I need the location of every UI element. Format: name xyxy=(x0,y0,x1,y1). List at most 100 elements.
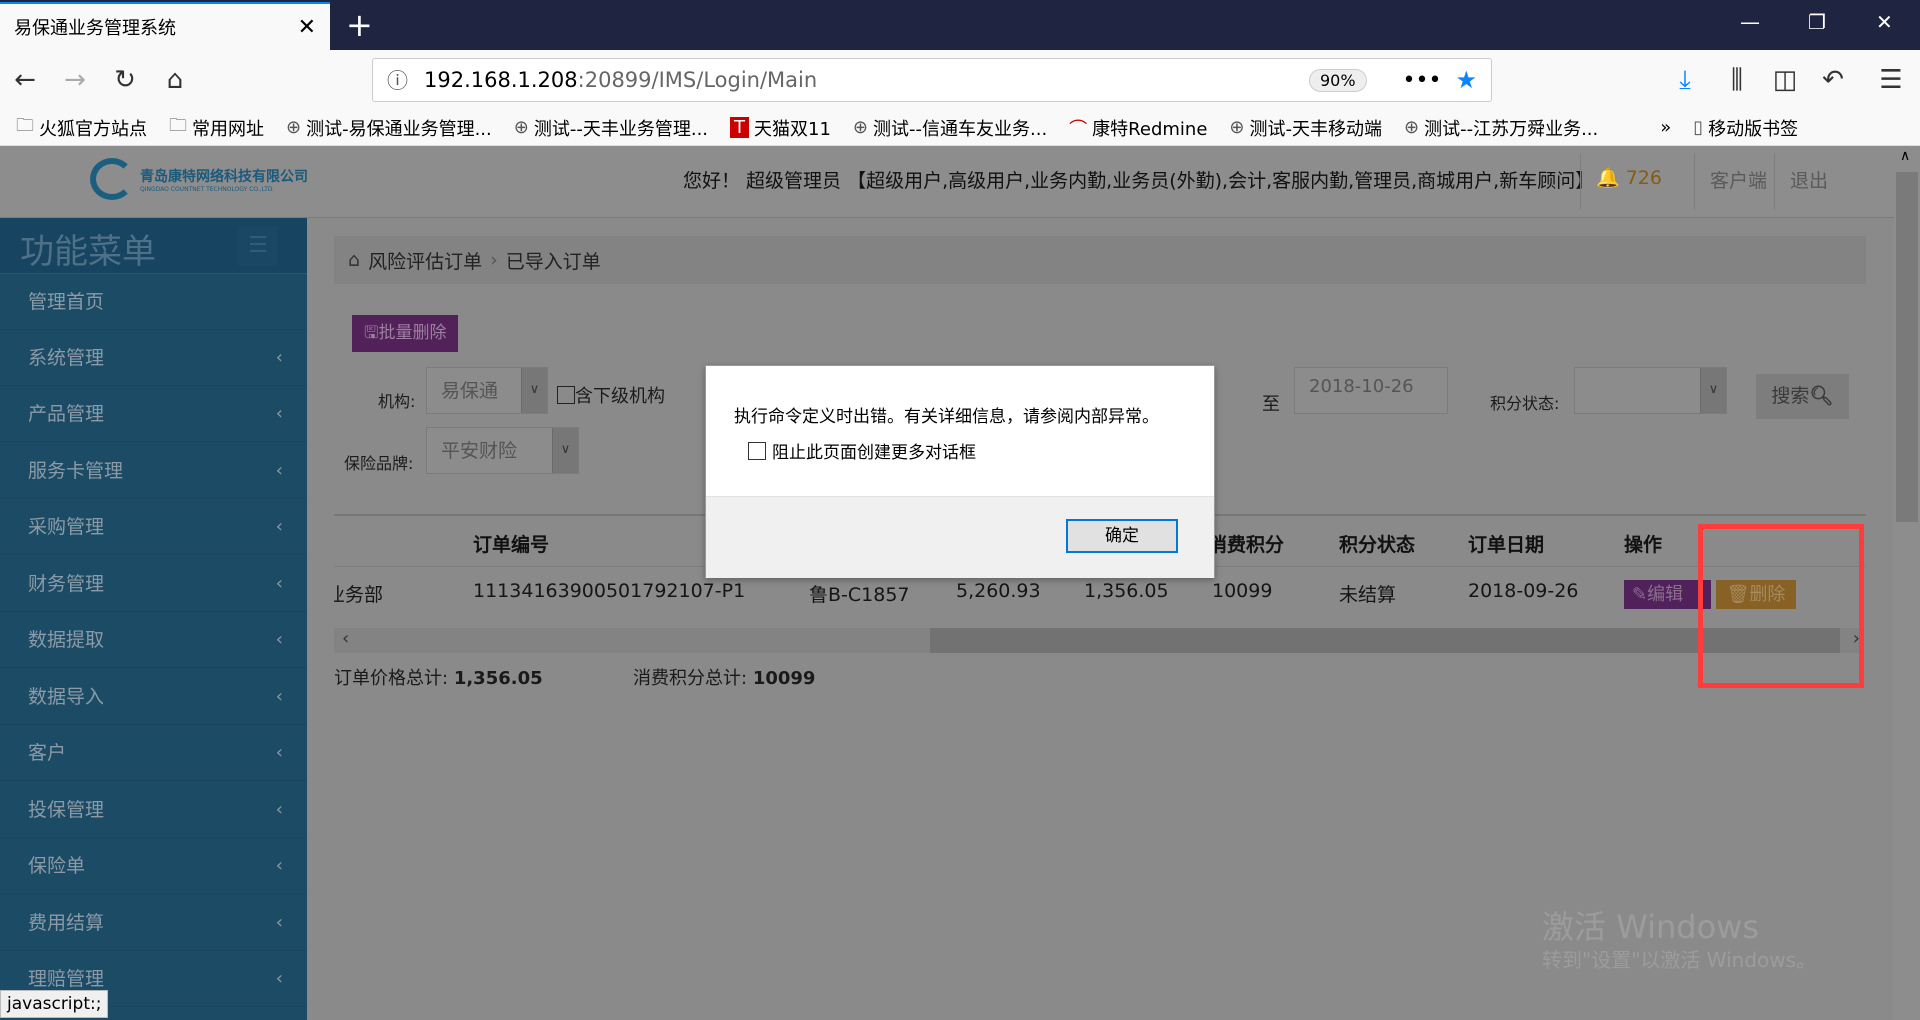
more-bookmarks-icon[interactable]: » xyxy=(1660,117,1671,138)
breadcrumb-root[interactable]: 风险评估订单 xyxy=(368,247,482,274)
client-link[interactable]: 客户端 xyxy=(1710,166,1767,193)
scroll-right-icon[interactable]: › xyxy=(1853,628,1860,649)
sidebar-item[interactable]: 费用结算 ‹ xyxy=(0,895,307,951)
sidebar-item[interactable]: 系统管理 ‹ xyxy=(0,330,307,386)
divider xyxy=(1580,154,1581,210)
include-sub-checkbox[interactable]: 含下级机构 xyxy=(557,382,665,408)
notifications[interactable]: 🔔 726 xyxy=(1596,166,1662,189)
menu-toggle-icon[interactable]: ☰ xyxy=(238,226,278,266)
save-icon: 🖫 xyxy=(364,323,379,343)
org-value: 易保通 xyxy=(441,380,499,402)
breadcrumb-current: 已导入订单 xyxy=(505,250,601,273)
chevron-down-icon: ∨ xyxy=(521,368,547,413)
sidebar-item[interactable]: 数据导入 ‹ xyxy=(0,669,307,725)
sidebar-item[interactable]: 服务卡管理 ‹ xyxy=(0,443,307,499)
info-icon[interactable]: ⓘ xyxy=(387,65,408,95)
tmall-icon: T xyxy=(730,117,750,138)
sidebar-header: 功能菜单 ☰ xyxy=(0,218,307,274)
brand-label: 保险品牌: xyxy=(344,454,414,473)
org-select[interactable]: 易保通 ∨ xyxy=(426,367,548,414)
bookmark[interactable]: ⊕ 测试--江苏万舜业务... xyxy=(1404,115,1598,141)
cell-order-date: 2018-09-26 xyxy=(1468,580,1579,602)
chevron-left-icon: ‹ xyxy=(275,516,283,537)
dialog-footer: 确定 xyxy=(706,496,1214,578)
col-header-points-status: 积分状态 xyxy=(1339,534,1416,556)
minimize-icon[interactable]: — xyxy=(1740,10,1760,34)
edit-label: 编辑 xyxy=(1647,584,1684,605)
folder-icon: 🗀 xyxy=(169,114,187,136)
chevron-down-icon: ∨ xyxy=(1700,368,1726,413)
bookmark-star-icon[interactable]: ★ xyxy=(1455,66,1477,94)
bookmark[interactable]: ⊕ 测试-易保通业务管理... xyxy=(286,115,492,141)
restore-icon[interactable]: ❐ xyxy=(1808,10,1826,34)
company-name: 青岛康特网络科技有限公司 xyxy=(140,168,308,185)
sidebar-item[interactable]: 客户 ‹ xyxy=(0,725,307,781)
mobile-bookmarks[interactable]: ▯ 移动版书签 xyxy=(1693,115,1798,141)
checkbox[interactable] xyxy=(748,441,766,460)
date-to-input[interactable]: 2018-10-26 xyxy=(1294,367,1448,414)
url-bar[interactable]: ⓘ 192.168.1.208:20899/IMS/Login/Main 90%… xyxy=(372,58,1492,102)
close-tab-icon[interactable]: ✕ xyxy=(298,15,316,40)
sidebar: 功能菜单 ☰ 管理首页 系统管理 ‹ 产品管理 ‹ 服务卡管理 ‹ 采购管理 ‹ 财务管… xyxy=(0,218,307,1020)
scroll-up-icon[interactable]: ∧ xyxy=(1900,148,1910,164)
home-icon[interactable]: ⌂ xyxy=(150,65,200,95)
back-icon[interactable]: ← xyxy=(0,65,50,95)
sidebar-item[interactable]: 投保管理 ‹ xyxy=(0,782,307,838)
sidebar-icon[interactable]: ◫ xyxy=(1760,65,1810,95)
bookmark[interactable]: 🗀 常用网址 xyxy=(169,113,264,143)
bookmark-label: 康特Redmine xyxy=(1092,118,1208,140)
sidebar-item[interactable]: 财务管理 ‹ xyxy=(0,556,307,612)
cell-plate: 鲁B-C1857 xyxy=(809,584,910,606)
brand-select[interactable]: 平安财险 ∨ xyxy=(426,427,579,474)
download-icon[interactable]: ⤓ xyxy=(1660,65,1710,96)
close-window-icon[interactable]: ✕ xyxy=(1876,10,1893,34)
total-price: 订单价格总计: 1,356.05 xyxy=(334,664,543,690)
new-tab-button[interactable]: + xyxy=(346,6,373,44)
user-greeting: 您好！ 超级管理员 【超级用户,高级用户,业务内勤,业务员(外勤),会计,客服内… xyxy=(683,170,1595,192)
col-header-points: 消费积分 xyxy=(1208,534,1285,556)
bookmark[interactable]: ⊕ 测试--天丰业务管理... xyxy=(514,115,708,141)
folder-icon: 🗀 xyxy=(16,114,34,136)
suppress-dialogs-checkbox[interactable]: 阻止此页面创建更多对话框 xyxy=(748,438,976,463)
checkbox[interactable] xyxy=(557,386,575,404)
batch-delete-label: 批量删除 xyxy=(378,323,447,343)
cell-amount: 5,260.93 xyxy=(956,580,1041,602)
browser-tab[interactable]: 易保通业务管理系统 ✕ xyxy=(0,2,330,50)
points-status-select[interactable]: ∨ xyxy=(1574,367,1727,414)
sidebar-item-label: 采购管理 xyxy=(28,516,105,538)
scroll-left-icon[interactable]: ‹ xyxy=(342,628,349,649)
cell-points: 10099 xyxy=(1212,580,1273,602)
date-to-label: 至 xyxy=(1262,394,1280,415)
sidebar-item[interactable]: 保险单 ‹ xyxy=(0,838,307,894)
vertical-scrollbar-thumb[interactable] xyxy=(1896,172,1918,522)
alert-dialog: 执行命令定义时出错。有关详细信息，请参阅内部异常。 阻止此页面创建更多对话框 确… xyxy=(705,365,1215,578)
sidebar-item[interactable]: 产品管理 ‹ xyxy=(0,386,307,442)
search-label: 搜索 xyxy=(1771,385,1810,407)
sidebar-item[interactable]: 数据提取 ‹ xyxy=(0,612,307,668)
sidebar-item[interactable]: 采购管理 ‹ xyxy=(0,499,307,555)
bookmark[interactable]: ⊕ 测试--信通车友业务... xyxy=(853,115,1047,141)
sidebar-item[interactable]: 管理首页 xyxy=(0,274,307,330)
more-icon[interactable]: ••• xyxy=(1403,68,1442,93)
zoom-level[interactable]: 90% xyxy=(1308,68,1367,92)
ok-button[interactable]: 确定 xyxy=(1066,519,1178,553)
bookmark[interactable]: 🗀 火狐官方站点 xyxy=(16,113,147,143)
bookmark[interactable]: T 天猫双11 xyxy=(730,115,831,141)
sidebar-item-label: 投保管理 xyxy=(28,799,105,821)
sidebar-item-label: 理赔管理 xyxy=(28,968,105,990)
divider xyxy=(1694,154,1695,210)
logout-link[interactable]: 退出 xyxy=(1790,166,1828,193)
highlight-box xyxy=(1698,524,1864,688)
batch-delete-button[interactable]: 🖫批量删除 xyxy=(352,315,459,352)
globe-icon: ⊕ xyxy=(1403,117,1420,138)
bookmark[interactable]: ⌒ 康特Redmine xyxy=(1069,115,1207,141)
menu-icon[interactable]: ☰ xyxy=(1866,65,1916,95)
forward-icon[interactable]: → xyxy=(50,65,100,95)
col-header-actions: 操作 xyxy=(1624,534,1663,556)
total-points: 消费积分总计: 10099 xyxy=(633,664,815,690)
library-icon[interactable]: ⫼ xyxy=(1712,65,1762,96)
undo-icon[interactable]: ↶ xyxy=(1808,65,1858,95)
reload-icon[interactable]: ↻ xyxy=(100,65,150,95)
bookmark[interactable]: ⊕ 测试-天丰移动端 xyxy=(1229,115,1382,141)
search-button[interactable]: 搜索🔍︎ xyxy=(1756,374,1849,419)
